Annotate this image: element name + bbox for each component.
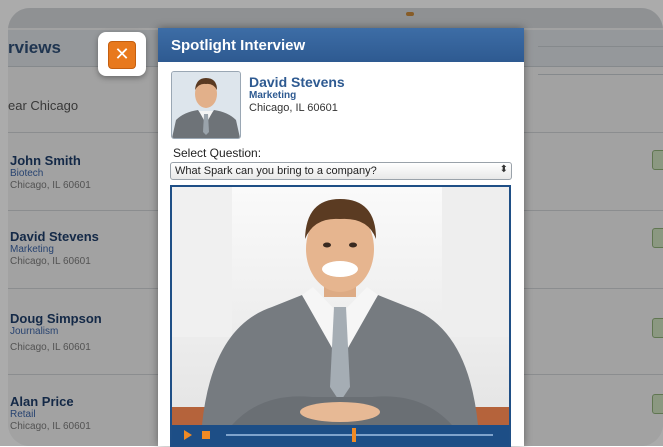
spotlight-modal: Spotlight Interview David Stevens Market…	[158, 28, 524, 447]
close-button[interactable]: ✕	[98, 32, 146, 76]
question-selected-value: What Spark can you bring to a company?	[175, 165, 377, 177]
video-player[interactable]	[170, 185, 511, 447]
question-select[interactable]: What Spark can you bring to a company? ⬍	[170, 162, 512, 180]
video-frame	[172, 187, 509, 425]
player-controls	[172, 425, 509, 445]
stop-icon[interactable]	[202, 431, 210, 439]
progress-thumb[interactable]	[352, 428, 357, 442]
modal-title: Spotlight Interview	[171, 37, 306, 54]
avatar-image	[172, 72, 240, 138]
close-glyph: ✕	[114, 44, 130, 65]
play-icon[interactable]	[184, 430, 192, 440]
progress-track[interactable]	[226, 434, 493, 436]
modal-header: Spotlight Interview	[158, 28, 524, 62]
profile-avatar	[171, 71, 241, 139]
profile-name: David Stevens	[249, 74, 345, 90]
profile-location: Chicago, IL 60601	[249, 102, 338, 114]
profile-dept: Marketing	[249, 90, 297, 101]
select-arrows-icon: ⬍	[499, 164, 508, 175]
question-label: Select Question:	[173, 146, 262, 160]
close-icon[interactable]: ✕	[108, 41, 136, 69]
